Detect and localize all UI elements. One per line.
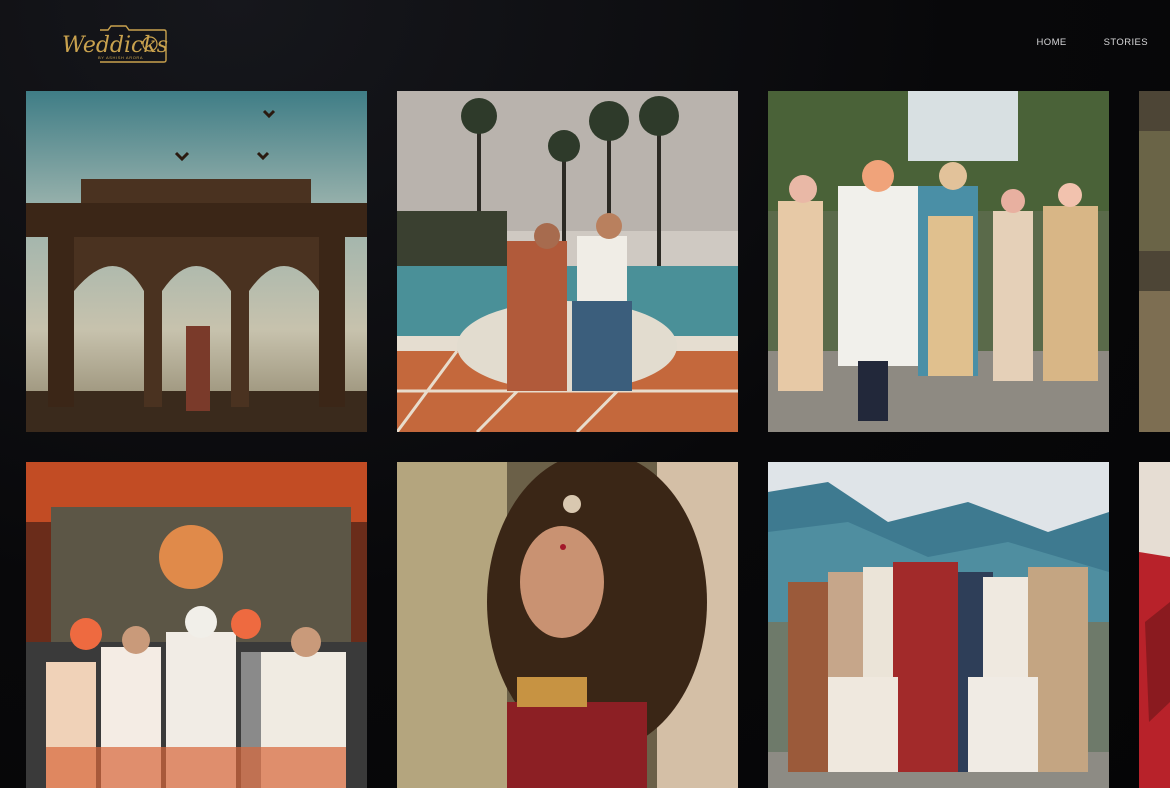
- logo-mark: Weddicks BY ASHISH ARORA: [62, 25, 168, 63]
- main-nav: HOME STORIES: [1037, 37, 1148, 48]
- logo[interactable]: Weddicks BY ASHISH ARORA: [60, 22, 170, 66]
- gallery-tile-ceremony[interactable]: [26, 462, 367, 788]
- logo-subtext: BY ASHISH ARORA: [98, 55, 143, 60]
- photo-sikh-ceremony-icon: [26, 462, 367, 788]
- photo-cropped-red-icon: [1139, 462, 1170, 788]
- photo-couple-poolside-icon: [397, 91, 738, 432]
- gallery-tile-cropped-1[interactable]: [1139, 91, 1170, 432]
- photo-bridal-party-mountains-icon: [768, 462, 1109, 788]
- gallery-tile-cropped-2[interactable]: [1139, 462, 1170, 788]
- photo-groom-dance-icon: [768, 91, 1109, 432]
- gallery-tile-poolside[interactable]: [397, 91, 738, 432]
- gallery-tile-groom-dance[interactable]: [768, 91, 1109, 432]
- gallery-tile-bridal-party[interactable]: [768, 462, 1109, 788]
- nav-stories-link[interactable]: STORIES: [1104, 37, 1148, 48]
- page: Weddicks BY ASHISH ARORA HOME STORIES: [0, 0, 1170, 788]
- photo-cropped-partial-icon: [1139, 91, 1170, 432]
- nav-home-link[interactable]: HOME: [1037, 37, 1067, 48]
- gallery-tile-palace[interactable]: [26, 91, 367, 432]
- photo-palace-pavilion-icon: [26, 91, 367, 432]
- photo-bride-portrait-icon: [397, 462, 738, 788]
- gallery-tile-bride-portrait[interactable]: [397, 462, 738, 788]
